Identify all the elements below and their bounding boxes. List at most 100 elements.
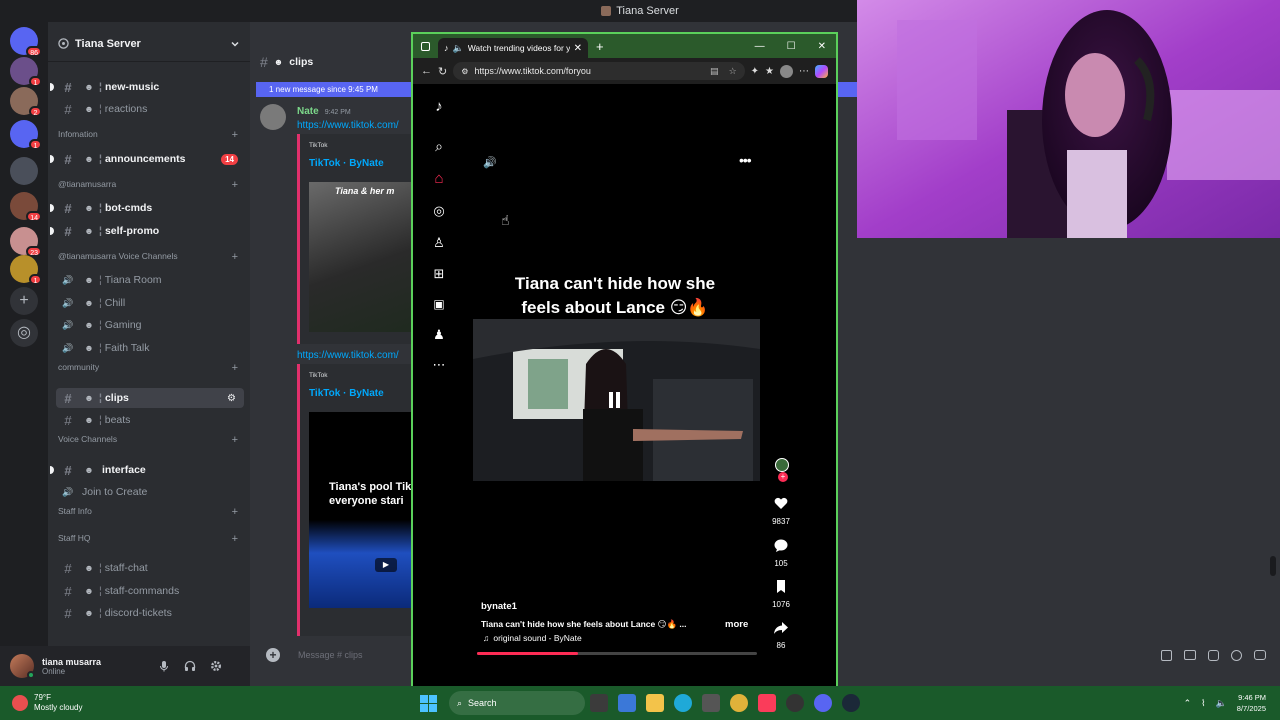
headphones-icon[interactable] (184, 660, 196, 672)
server-avatar-icon[interactable]: 1 (10, 57, 42, 87)
favorites-icon[interactable]: ★ (765, 66, 774, 77)
chevron-down-icon[interactable] (230, 39, 240, 49)
live-icon[interactable]: ▣ (429, 294, 449, 314)
favorite-icon[interactable]: ☆ (729, 66, 737, 77)
home-icon[interactable]: ⌂ (429, 168, 449, 188)
channel-settings-icon[interactable]: ⚙ (227, 393, 236, 404)
edge-icon[interactable] (674, 694, 692, 712)
refresh-icon[interactable]: ↻ (438, 65, 447, 78)
add-channel-icon[interactable]: + (232, 434, 238, 446)
minimize-icon[interactable]: — (755, 41, 765, 52)
gift-icon[interactable] (1161, 649, 1172, 661)
embed-thumbnail-2[interactable]: Tiana's pool Tik everyone stari ▶ (309, 412, 420, 608)
channel-item-chill[interactable]: 🔊 ☻ ¦ Chill (56, 293, 244, 313)
add-channel-icon[interactable]: + (232, 179, 238, 191)
sound-icon[interactable]: 🔊 (483, 156, 497, 169)
apps-icon[interactable] (1254, 649, 1266, 660)
channel-category[interactable]: Infomation + (58, 129, 238, 141)
server-avatar-icon[interactable]: 1 (10, 255, 42, 285)
discord-icon[interactable]: 86 (10, 27, 42, 57)
upload-icon[interactable]: ⊞ (429, 264, 449, 284)
channel-item-join-to-create[interactable]: 🔊 Join to Create (56, 482, 244, 502)
follow-plus-icon[interactable]: + (778, 472, 788, 482)
channel-item-clips[interactable]: # ☻ ¦ clips ⚙ (56, 388, 244, 408)
url-field[interactable]: ⚙ https://www.tiktok.com/foryou ▤ ☆ (453, 62, 745, 80)
video-player[interactable] (473, 319, 760, 481)
channel-category[interactable]: @tianamusarra + (58, 179, 238, 191)
message-input[interactable]: Message # clips (298, 650, 363, 660)
clock-date[interactable]: 8/7/2025 (1237, 703, 1266, 714)
file-explorer-icon[interactable] (646, 694, 664, 712)
channel-item-faith-talk[interactable]: 🔊 ☻ ¦ Faith Talk (56, 338, 244, 358)
channel-item-interface[interactable]: # ☻ interface (50, 460, 244, 480)
caption-more-button[interactable]: more (725, 619, 748, 630)
channel-category[interactable]: Staff HQ + (58, 533, 238, 545)
channel-item-new-music[interactable]: # ☻ ¦ new-music (50, 77, 244, 97)
add-channel-icon[interactable]: + (232, 251, 238, 263)
network-icon[interactable]: ⌇ (1201, 698, 1205, 709)
close-tab-icon[interactable]: ✕ (574, 43, 582, 54)
message-link[interactable]: https://www.tiktok.com/ (297, 120, 399, 131)
channel-item-beats[interactable]: # ☻ ¦ beats (56, 410, 244, 430)
taskbar-search[interactable]: ⌕ Search (449, 691, 585, 715)
site-info-icon[interactable]: ⚙ (461, 67, 468, 76)
embed-thumbnail[interactable]: Tiana & her m (309, 182, 420, 332)
speaker-icon[interactable]: 🔈 (453, 43, 464, 54)
channel-item-tiana-room[interactable]: 🔊 ☻ ¦ Tiana Room (56, 270, 244, 290)
calculator-icon[interactable] (702, 694, 720, 712)
chrome-icon[interactable] (730, 694, 748, 712)
channel-item-gaming[interactable]: 🔊 ☻ ¦ Gaming (56, 315, 244, 335)
close-window-icon[interactable]: ✕ (818, 41, 826, 52)
channel-item-discord-tickets[interactable]: # ☻ ¦ discord-tickets (56, 603, 244, 623)
profile-icon[interactable] (780, 64, 793, 78)
obs-icon[interactable] (786, 694, 804, 712)
microphone-icon[interactable] (158, 660, 170, 672)
pause-icon[interactable] (609, 392, 623, 408)
message-link-2[interactable]: https://www.tiktok.com/ (297, 350, 399, 361)
share-button[interactable]: 86 (764, 622, 798, 650)
copilot-icon[interactable] (815, 64, 828, 78)
store-icon[interactable] (618, 694, 636, 712)
channel-category[interactable]: @tianamusarra Voice Channels + (58, 251, 238, 263)
add-attachment-icon[interactable]: + (266, 648, 280, 662)
search-icon[interactable]: ⌕ (429, 136, 449, 156)
video-progress-track[interactable] (477, 652, 757, 655)
music-app-icon[interactable] (758, 694, 776, 712)
channel-category[interactable]: community + (58, 362, 238, 374)
discover-icon[interactable]: ◎ (10, 319, 38, 347)
server-avatar-icon[interactable]: 2 (10, 87, 42, 117)
add-channel-icon[interactable]: + (232, 533, 238, 545)
channel-item-bot-cmds[interactable]: # ☻ ¦ bot-cmds (50, 198, 244, 218)
server-avatar-icon[interactable]: 14 (10, 192, 42, 222)
reader-icon[interactable]: ▤ (710, 66, 719, 77)
embed-title-2[interactable]: TikTok · ByNate (309, 388, 384, 399)
weather-widget[interactable]: 79°F Mostly cloudy (12, 693, 132, 713)
tiktok-logo-icon[interactable]: ♪ (429, 96, 449, 116)
channel-item-staff-chat[interactable]: # ☻ ¦ staff-chat (56, 558, 244, 578)
scrollbar[interactable] (1270, 556, 1276, 576)
server-header[interactable]: Tiana Server (48, 26, 250, 62)
tab-actions-icon[interactable] (421, 41, 430, 51)
emoji-icon[interactable] (1231, 649, 1242, 661)
sticker-icon[interactable] (1208, 649, 1219, 661)
explore-icon[interactable]: ◎ (429, 201, 449, 221)
profile-icon[interactable]: ♟ (429, 325, 449, 345)
comment-button[interactable]: 105 (764, 539, 798, 568)
creator-follow-avatar[interactable] (775, 458, 789, 472)
chevron-up-icon[interactable]: ⌃ (1184, 698, 1192, 709)
avatar[interactable] (10, 654, 35, 679)
gif-icon[interactable] (1184, 649, 1196, 660)
video-author[interactable]: bynate1 (481, 601, 517, 612)
clock-time[interactable]: 9:46 PM (1237, 692, 1266, 703)
play-icon[interactable]: ▶ (375, 558, 397, 572)
channel-category[interactable]: Staff Info + (58, 506, 238, 518)
channel-item-staff-commands[interactable]: # ☻ ¦ staff-commands (56, 581, 244, 601)
extensions-icon[interactable]: ✦ (751, 66, 759, 77)
new-tab-icon[interactable]: + (596, 39, 604, 54)
windows-start-icon[interactable] (420, 694, 437, 712)
more-options-icon[interactable]: ••• (739, 152, 752, 168)
channel-item-self-promo[interactable]: # ☻ ¦ self-promo (50, 221, 244, 241)
add-channel-icon[interactable]: + (232, 129, 238, 141)
volume-icon[interactable]: 🔈 (1216, 698, 1227, 709)
save-button[interactable]: 1076 (764, 580, 798, 609)
